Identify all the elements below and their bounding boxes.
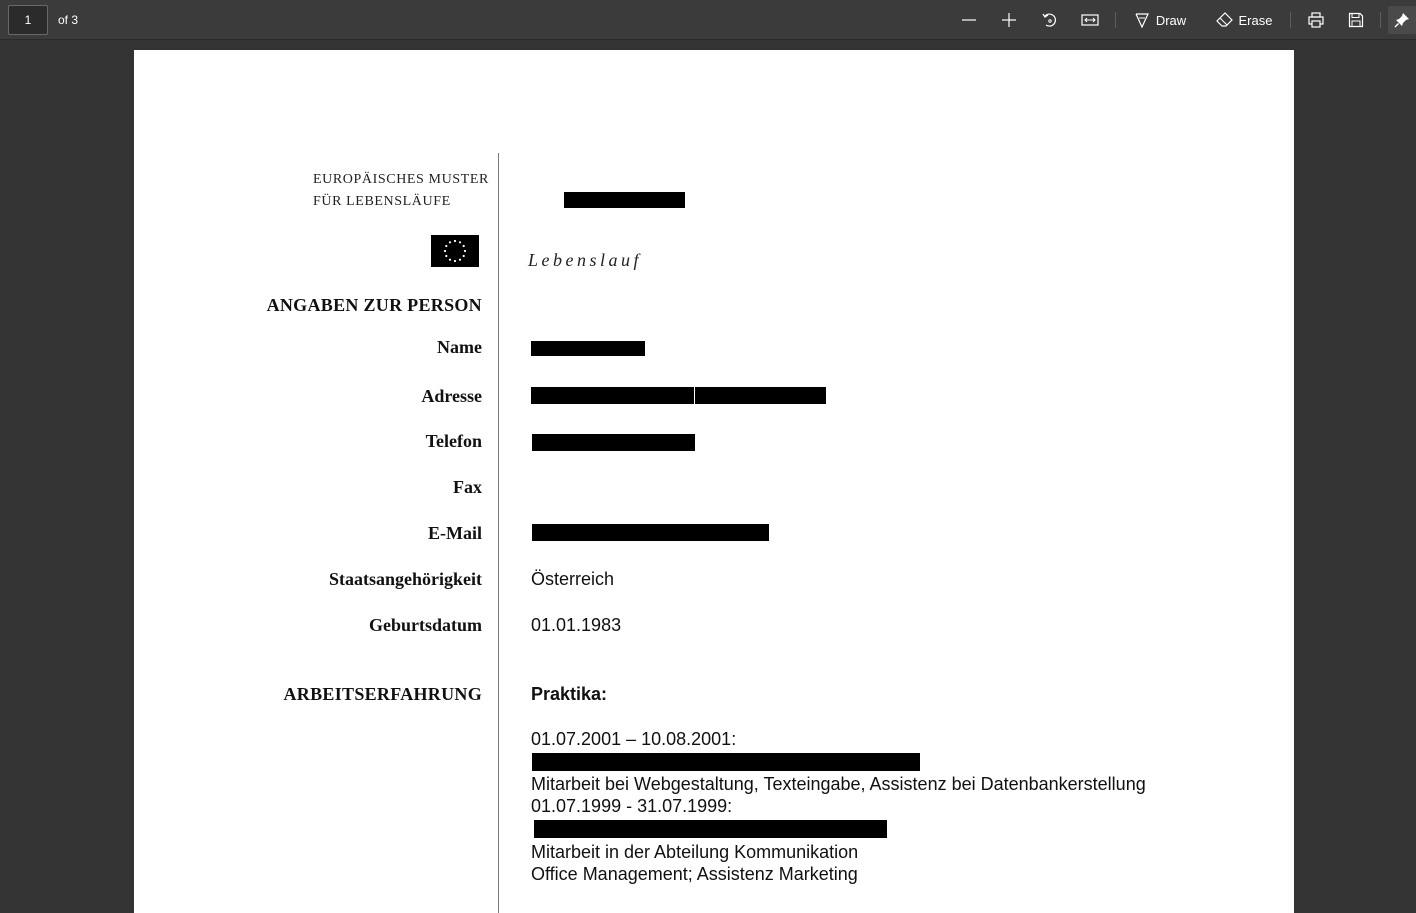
pdf-toolbar: of 3 Draw (0, 0, 1416, 40)
eraser-icon (1215, 12, 1233, 27)
erase-button[interactable]: Erase (1210, 6, 1278, 34)
page-number-input[interactable] (8, 5, 48, 35)
document-page: EUROPÄISCHES MUSTER FÜR LEBENSLÄUFE Lebe… (134, 50, 1294, 913)
redacted-block-header (564, 192, 685, 208)
europass-title-line1: EUROPÄISCHES MUSTER (313, 172, 489, 187)
minus-icon (962, 19, 976, 21)
entry1-description: Mitarbeit bei Webgestaltung, Texteingabe… (531, 774, 1146, 794)
europass-title-line2: FÜR LEBENSLÄUFE (313, 194, 451, 209)
entry1-dates: 01.07.2001 – 10.08.2001: (531, 729, 737, 749)
column-divider (498, 153, 499, 913)
printer-icon (1308, 12, 1324, 28)
address-label: Adresse (421, 386, 482, 406)
page-total-label: of 3 (58, 13, 79, 27)
redacted-email (532, 524, 769, 541)
fit-page-button[interactable] (1076, 6, 1104, 34)
document-subtitle: Lebenslauf (528, 250, 642, 270)
email-label: E-Mail (428, 523, 482, 543)
plus-icon (1002, 13, 1016, 27)
entry2-description-line2: Office Management; Assistenz Marketing (531, 864, 858, 884)
entry2-description-line1: Mitarbeit in der Abteilung Kommunikation (531, 842, 859, 862)
save-button[interactable] (1342, 6, 1370, 34)
draw-label: Draw (1155, 12, 1187, 28)
fax-label: Fax (453, 477, 482, 497)
work-experience-heading: ARBEITSERFAHRUNG (283, 684, 482, 704)
nationality-label: Staatsangehörigkeit (329, 569, 482, 589)
redacted-phone (532, 434, 695, 451)
toolbar-separator (1115, 12, 1116, 28)
eu-flag-logo (431, 235, 479, 267)
print-button[interactable] (1302, 6, 1330, 34)
redacted-name (531, 341, 645, 356)
nationality-value: Österreich (531, 569, 615, 589)
pin-icon (1394, 13, 1409, 28)
birthdate-label: Geburtsdatum (368, 615, 482, 635)
phone-label: Telefon (425, 431, 482, 451)
rotate-button[interactable] (1036, 6, 1064, 34)
redacted-address-part1 (531, 387, 694, 404)
draw-button[interactable]: Draw (1127, 6, 1193, 34)
personal-info-heading: ANGABEN ZUR PERSON (266, 295, 482, 315)
draw-pen-icon (1135, 13, 1149, 28)
entry2-dates: 01.07.1999 - 31.07.1999: (531, 796, 733, 816)
pin-toolbar-button[interactable] (1388, 6, 1416, 34)
fit-width-icon (1081, 14, 1099, 26)
toolbar-separator (1290, 12, 1291, 28)
internships-subheading: Praktika: (531, 684, 608, 704)
zoom-out-button[interactable] (955, 6, 983, 34)
erase-label: Erase (1238, 12, 1273, 28)
toolbar-separator (1380, 12, 1381, 28)
name-label: Name (437, 337, 482, 357)
redacted-address-part2 (695, 387, 826, 404)
birthdate-value: 01.01.1983 (531, 615, 622, 635)
eu-stars-icon (443, 239, 467, 263)
rotate-icon (1042, 13, 1056, 27)
zoom-in-button[interactable] (995, 6, 1023, 34)
redacted-employer-1 (532, 753, 920, 771)
redacted-employer-2 (534, 820, 887, 838)
save-disk-icon (1348, 12, 1364, 28)
